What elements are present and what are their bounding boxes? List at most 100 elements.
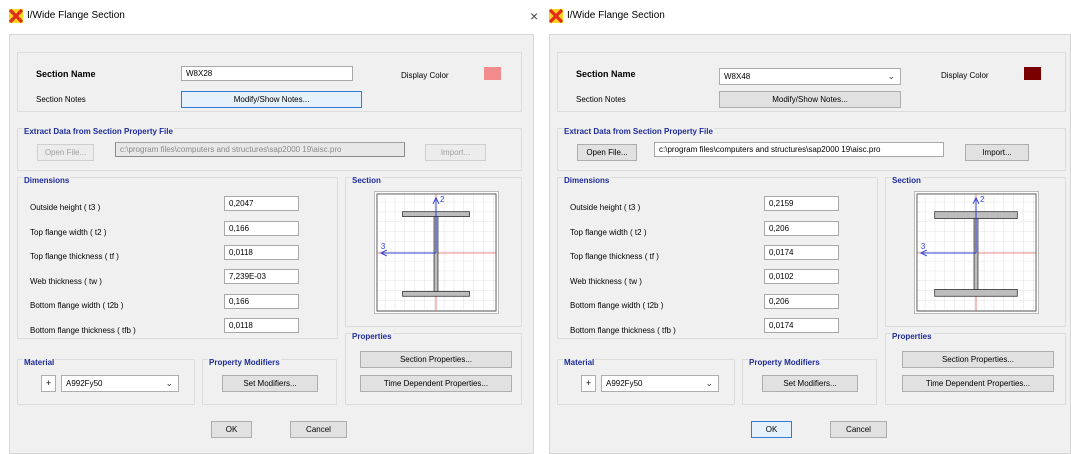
property-modifiers-label: Property Modifiers bbox=[208, 358, 281, 367]
axis-3-label: 3 bbox=[381, 242, 386, 251]
set-modifiers-button[interactable]: Set Modifiers... bbox=[222, 375, 318, 392]
top-flange-thickness-input[interactable]: 0,0118 bbox=[224, 245, 299, 260]
bottom-flange-thickness-input[interactable]: 0,0174 bbox=[764, 318, 839, 333]
material-label: Material bbox=[23, 358, 56, 367]
outside-height-input[interactable]: 0,2047 bbox=[224, 196, 299, 211]
properties-label: Properties bbox=[351, 332, 393, 341]
cancel-button[interactable]: Cancel bbox=[830, 421, 887, 438]
section-name-value: W8X48 bbox=[724, 72, 751, 81]
i-section-drawing: 2 3 bbox=[914, 191, 1039, 314]
properties-group: Properties Section Properties... Time De… bbox=[345, 332, 522, 405]
ok-button[interactable]: OK bbox=[751, 421, 792, 438]
section-notes-label: Section Notes bbox=[576, 95, 626, 104]
section-properties-button[interactable]: Section Properties... bbox=[360, 351, 512, 368]
outside-height-label: Outside height ( t3 ) bbox=[570, 203, 641, 212]
web-thickness-input[interactable]: 0,0102 bbox=[764, 269, 839, 284]
bottom-flange-width-label: Bottom flange width ( t2b ) bbox=[570, 301, 664, 310]
extract-group-label: Extract Data from Section Property File bbox=[563, 127, 714, 136]
section-name-label: Section Name bbox=[576, 69, 636, 79]
axis-2-label: 2 bbox=[440, 195, 444, 204]
top-flange-width-input[interactable]: 0,166 bbox=[224, 221, 299, 236]
material-value: A992Fy50 bbox=[606, 379, 643, 388]
top-flange-width-label: Top flange width ( t2 ) bbox=[570, 228, 647, 237]
bottom-flange-width-label: Bottom flange width ( t2b ) bbox=[30, 301, 124, 310]
display-color-label: Display Color bbox=[401, 71, 449, 80]
window-title: I/Wide Flange Section bbox=[567, 10, 665, 21]
chevron-down-icon: ⌄ bbox=[165, 378, 173, 388]
material-add-button[interactable]: + bbox=[41, 375, 56, 392]
file-path-field: c:\program files\computers and structure… bbox=[654, 142, 944, 157]
close-icon-window-1[interactable]: × bbox=[530, 9, 538, 23]
import-button[interactable]: Import... bbox=[965, 144, 1029, 161]
modify-notes-button[interactable]: Modify/Show Notes... bbox=[181, 91, 362, 108]
material-dropdown[interactable]: A992Fy50 ⌄ bbox=[61, 375, 179, 392]
material-dropdown[interactable]: A992Fy50 ⌄ bbox=[601, 375, 719, 392]
web-thickness-label: Web thickness ( tw ) bbox=[30, 277, 102, 286]
top-flange-width-input[interactable]: 0,206 bbox=[764, 221, 839, 236]
extract-data-group: Extract Data from Section Property File … bbox=[557, 127, 1066, 171]
wide-flange-dialog-w8x48: I/Wide Flange Section Section Name W8X48… bbox=[547, 0, 1071, 454]
open-file-button[interactable]: Open File... bbox=[577, 144, 637, 161]
dialog-body: Section Name W8X48 ⌄ Display Color Secti… bbox=[549, 34, 1071, 454]
cancel-button[interactable]: Cancel bbox=[290, 421, 347, 438]
property-modifiers-group: Property Modifiers Set Modifiers... bbox=[202, 358, 337, 405]
display-color-swatch[interactable] bbox=[484, 67, 501, 80]
material-value: A992Fy50 bbox=[66, 379, 103, 388]
material-label: Material bbox=[563, 358, 596, 367]
section-name-group: Section Name W8X28 Display Color Section… bbox=[17, 52, 522, 112]
dimensions-group: Dimensions Outside height ( t3 ) 0,2159 … bbox=[557, 176, 878, 339]
outside-height-label: Outside height ( t3 ) bbox=[30, 203, 101, 212]
window-title: I/Wide Flange Section bbox=[27, 10, 125, 21]
property-modifiers-label: Property Modifiers bbox=[748, 358, 821, 367]
import-button[interactable]: Import... bbox=[425, 144, 486, 161]
bottom-flange-thickness-label: Bottom flange thickness ( tfb ) bbox=[570, 326, 676, 335]
sap2000-app-icon bbox=[9, 9, 23, 23]
file-path-field: c:\program files\computers and structure… bbox=[115, 142, 405, 157]
material-group: Material + A992Fy50 ⌄ bbox=[557, 358, 735, 405]
top-flange-thickness-label: Top flange thickness ( tf ) bbox=[570, 252, 659, 261]
bottom-flange-width-input[interactable]: 0,206 bbox=[764, 294, 839, 309]
outside-height-input[interactable]: 0,2159 bbox=[764, 196, 839, 211]
top-flange-width-label: Top flange width ( t2 ) bbox=[30, 228, 107, 237]
section-name-group: Section Name W8X48 ⌄ Display Color Secti… bbox=[557, 52, 1066, 112]
bottom-flange-thickness-input[interactable]: 0,0118 bbox=[224, 318, 299, 333]
section-preview-group: Section 2 3 bbox=[885, 176, 1066, 327]
dialog-body: Section Name W8X28 Display Color Section… bbox=[9, 34, 534, 454]
section-notes-label: Section Notes bbox=[36, 95, 86, 104]
time-dependent-properties-button[interactable]: Time Dependent Properties... bbox=[360, 375, 512, 392]
web-thickness-label: Web thickness ( tw ) bbox=[570, 277, 642, 286]
section-properties-button[interactable]: Section Properties... bbox=[902, 351, 1054, 368]
section-group-label: Section bbox=[891, 176, 922, 185]
chevron-down-icon: ⌄ bbox=[705, 378, 713, 388]
properties-group: Properties Section Properties... Time De… bbox=[885, 332, 1066, 405]
ok-button[interactable]: OK bbox=[211, 421, 252, 438]
axis-3-label: 3 bbox=[921, 242, 926, 251]
axis-2-label: 2 bbox=[980, 195, 984, 204]
section-name-dropdown[interactable]: W8X48 ⌄ bbox=[719, 68, 901, 85]
title-bar: I/Wide Flange Section × bbox=[0, 0, 540, 34]
section-group-label: Section bbox=[351, 176, 382, 185]
time-dependent-properties-button[interactable]: Time Dependent Properties... bbox=[902, 375, 1054, 392]
material-group: Material + A992Fy50 ⌄ bbox=[17, 358, 195, 405]
section-name-label: Section Name bbox=[36, 69, 96, 79]
modify-notes-button[interactable]: Modify/Show Notes... bbox=[719, 91, 901, 108]
bottom-flange-width-input[interactable]: 0,166 bbox=[224, 294, 299, 309]
sap2000-app-icon bbox=[549, 9, 563, 23]
dimensions-label: Dimensions bbox=[563, 176, 611, 185]
display-color-swatch[interactable] bbox=[1024, 67, 1041, 80]
set-modifiers-button[interactable]: Set Modifiers... bbox=[762, 375, 858, 392]
material-add-button[interactable]: + bbox=[581, 375, 596, 392]
extract-data-group: Extract Data from Section Property File … bbox=[17, 127, 522, 171]
chevron-down-icon: ⌄ bbox=[887, 71, 895, 81]
web-thickness-input[interactable]: 7,239E-03 bbox=[224, 269, 299, 284]
top-flange-thickness-input[interactable]: 0,0174 bbox=[764, 245, 839, 260]
open-file-button[interactable]: Open File... bbox=[37, 144, 94, 161]
section-preview-group: Section 2 3 bbox=[345, 176, 522, 327]
wide-flange-dialog-w8x28: I/Wide Flange Section × Section Name W8X… bbox=[0, 0, 540, 454]
properties-label: Properties bbox=[891, 332, 933, 341]
i-section-drawing: 2 3 bbox=[374, 191, 499, 314]
top-flange-thickness-label: Top flange thickness ( tf ) bbox=[30, 252, 119, 261]
dimensions-group: Dimensions Outside height ( t3 ) 0,2047 … bbox=[17, 176, 338, 339]
bottom-flange-thickness-label: Bottom flange thickness ( tfb ) bbox=[30, 326, 136, 335]
section-name-input[interactable]: W8X28 bbox=[181, 66, 353, 81]
